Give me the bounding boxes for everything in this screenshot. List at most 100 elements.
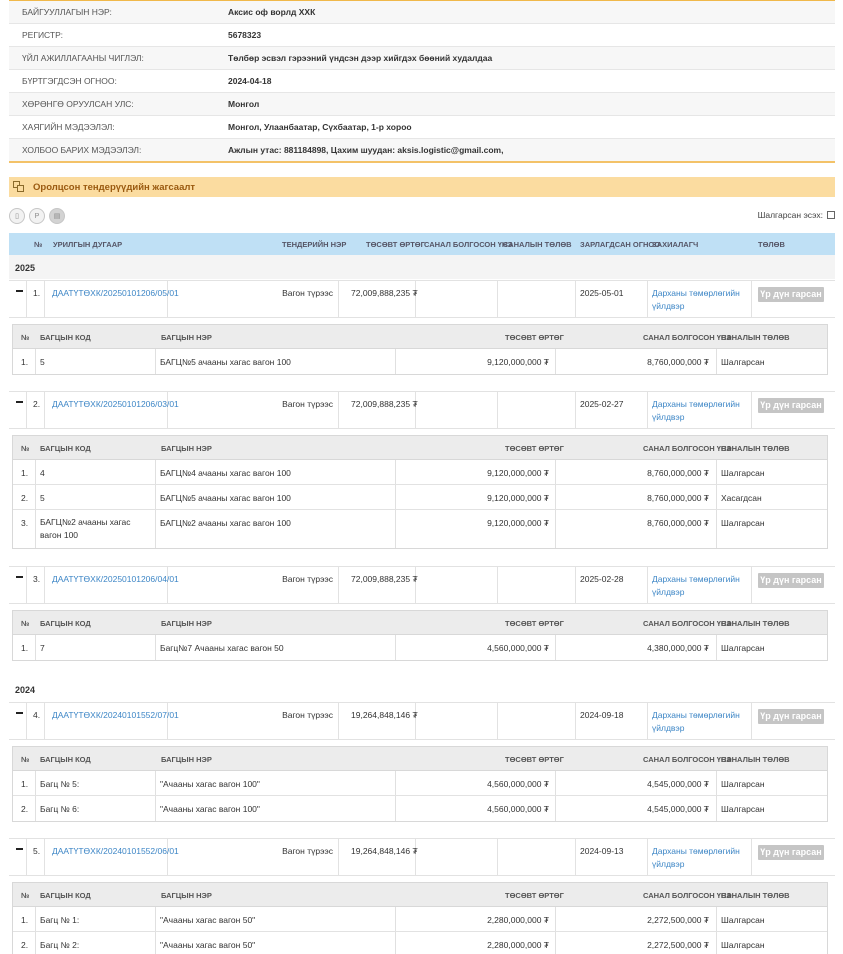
sub-col-offer: САНАЛ БОЛГОСОН ҮНЭ xyxy=(643,333,732,342)
info-key: ХАЯГИЙН МЭДЭЭЛЭЛ: xyxy=(22,122,115,132)
sub-col-offer-status: САНАЛЫН ТӨЛӨВ xyxy=(721,444,790,453)
tender-code-link[interactable]: ДААТҮТӨХК/20240101552/06/01 xyxy=(52,846,179,856)
lot-code: Багц № 2: xyxy=(40,940,80,950)
divider xyxy=(9,161,835,163)
lost-filter: Шалгарсан эсэх: xyxy=(730,210,835,220)
lot-row: 2. 5 БАГЦ№5 ачааны хагас вагон 100 9,120… xyxy=(13,485,827,510)
info-row-registered-date: БҮРТГЭГДСЭН ОГНОО: 2024-04-18 xyxy=(9,70,835,93)
lost-filter-checkbox[interactable] xyxy=(827,211,835,219)
lot-code: Багц № 1: xyxy=(40,915,80,925)
sub-col-no: № xyxy=(21,619,30,628)
lot-num: 2. xyxy=(21,940,29,950)
col-buyer[interactable]: ЗАХИАЛАГЧ xyxy=(652,240,698,249)
info-row-address: ХАЯГИЙН МЭДЭЭЛЭЛ: Монгол, Улаанбаатар, Сү… xyxy=(9,116,835,139)
lot-row: 1. 4 БАГЦ№4 ачааны хагас вагон 100 9,120… xyxy=(13,460,827,485)
tender-num: 5. xyxy=(33,846,41,856)
buyer-link[interactable]: Дарханы төмөрлөгийн үйлдвэр xyxy=(652,398,747,423)
lot-offer: 4,380,000,000 ₮ xyxy=(647,643,709,653)
sub-col-name: БАГЦЫН НЭР xyxy=(161,619,212,628)
tender-row[interactable]: 1. ДААТҮТӨХК/20250101206/05/01 Вагон түр… xyxy=(9,280,835,318)
tender-row[interactable]: 2. ДААТҮТӨХК/20250101206/03/01 Вагон түр… xyxy=(9,391,835,429)
tender-date: 2024-09-18 xyxy=(580,710,624,720)
lot-code: 5 xyxy=(40,357,45,367)
section-title: Оролцсон тендерүүдийн жагсаалт xyxy=(33,181,196,193)
info-value: 2024-04-18 xyxy=(228,76,272,86)
collapse-icon[interactable] xyxy=(16,576,23,578)
col-offer[interactable]: САНАЛ БОЛГОСОН ҮНЭ xyxy=(424,240,513,249)
tender-code-link[interactable]: ДААТҮТӨХК/20250101206/03/01 xyxy=(52,399,179,409)
tender-row[interactable]: 4. ДААТҮТӨХК/20240101552/07/01 Вагон түр… xyxy=(9,702,835,740)
lot-state: Шалгарсан xyxy=(721,518,765,528)
tender-row[interactable]: 3. ДААТҮТӨХК/20250101206/04/01 Вагон түр… xyxy=(9,566,835,604)
print-icon[interactable]: ▤ xyxy=(49,208,65,224)
lot-table: № БАГЦЫН КОД БАГЦЫН НЭР ТӨСӨВТ ӨРТӨГ САН… xyxy=(12,746,828,822)
pdf-icon[interactable]: P xyxy=(29,208,45,224)
collapse-icon[interactable] xyxy=(16,848,23,850)
buyer-link[interactable]: Дарханы төмөрлөгийн үйлдвэр xyxy=(652,709,747,734)
lot-code: 4 xyxy=(40,468,45,478)
lot-state: Шалгарсан xyxy=(721,915,765,925)
sub-col-no: № xyxy=(21,891,30,900)
col-date[interactable]: ЗАРЛАГДСАН ОГНОО xyxy=(580,240,660,249)
info-key: ХӨРӨНГӨ ОРУУЛСАН УЛС: xyxy=(22,99,134,109)
lot-row: 1. 5 БАГЦ№5 ачааны хагас вагон 100 9,120… xyxy=(13,349,827,374)
sub-col-budget: ТӨСӨВТ ӨРТӨГ xyxy=(505,444,564,453)
col-status[interactable]: ТӨЛӨВ xyxy=(758,240,785,249)
lot-num: 1. xyxy=(21,643,29,653)
company-info: БАЙГУУЛЛАГЫН НЭР: Аксис оф ворлд ХХК РЕГИ… xyxy=(9,0,835,162)
lot-name: "Ачааны хагас вагон 50" xyxy=(160,940,256,950)
tender-budget: 19,264,848,146 ₮ xyxy=(351,710,418,720)
lot-offer: 8,760,000,000 ₮ xyxy=(647,357,709,367)
buyer-link[interactable]: Дарханы төмөрлөгийн үйлдвэр xyxy=(652,573,747,598)
tender-num: 1. xyxy=(33,288,41,298)
lot-budget: 2,280,000,000 ₮ xyxy=(487,940,549,950)
info-value: Ажлын утас: 88118489​8, Цахим шуудан: ak… xyxy=(228,145,504,155)
lot-state: Хасагдсан xyxy=(721,493,762,503)
sub-col-name: БАГЦЫН НЭР xyxy=(161,891,212,900)
col-no: № xyxy=(34,240,43,249)
lot-offer: 8,760,000,000 ₮ xyxy=(647,493,709,503)
tender-row[interactable]: 5. ДААТҮТӨХК/20240101552/06/01 Вагон түр… xyxy=(9,838,835,876)
sub-col-no: № xyxy=(21,333,30,342)
info-key: РЕГИСТР: xyxy=(22,30,63,40)
tender-code-link[interactable]: ДААТҮТӨХК/20250101206/04/01 xyxy=(52,574,179,584)
tender-date: 2025-05-01 xyxy=(580,288,624,298)
sub-col-no: № xyxy=(21,755,30,764)
buyer-link[interactable]: Дарханы төмөрлөгийн үйлдвэр xyxy=(652,287,747,312)
lot-num: 2. xyxy=(21,493,29,503)
lot-budget: 9,120,000,000 ₮ xyxy=(487,468,549,478)
tender-name: Вагон түрээс xyxy=(282,574,333,584)
sub-col-offer-status: САНАЛЫН ТӨЛӨВ xyxy=(721,619,790,628)
lot-code: БАГЦ№2 ачааны хагас вагон 100 xyxy=(40,517,131,540)
buyer-link[interactable]: Дарханы төмөрлөгийн үйлдвэр xyxy=(652,845,747,870)
lot-budget: 4,560,000,000 ₮ xyxy=(487,643,549,653)
info-value: Төлбөр эсвэл гэрээний үндсэн дээр хийгдэ… xyxy=(228,53,493,63)
tender-date: 2025-02-27 xyxy=(580,399,624,409)
lot-name: "Ачааны хагас вагон 100" xyxy=(160,779,260,789)
lot-name: БАГЦ№5 ачааны хагас вагон 100 xyxy=(160,357,291,367)
tender-code-link[interactable]: ДААТҮТӨХК/20250101206/05/01 xyxy=(52,288,179,298)
lot-offer: 8,760,000,000 ₮ xyxy=(647,468,709,478)
sub-col-name: БАГЦЫН НЭР xyxy=(161,444,212,453)
lot-code: Багц № 6: xyxy=(40,804,80,814)
tender-num: 3. xyxy=(33,574,41,584)
sub-col-budget: ТӨСӨВТ ӨРТӨГ xyxy=(505,755,564,764)
collapse-icon[interactable] xyxy=(16,401,23,403)
lot-code: Багц № 5: xyxy=(40,779,80,789)
sub-col-code: БАГЦЫН КОД xyxy=(40,755,91,764)
col-code[interactable]: УРИЛГЫН ДУГААР xyxy=(53,240,122,249)
col-offer-status[interactable]: САНАЛЫН ТӨЛӨВ xyxy=(503,240,572,249)
tender-date: 2025-02-28 xyxy=(580,574,624,584)
info-value: Монгол xyxy=(228,99,260,109)
info-value: 5678323 xyxy=(228,30,262,40)
copy-icon[interactable]: ▯ xyxy=(9,208,25,224)
lot-offer: 8,760,000,000 ₮ xyxy=(647,518,709,528)
lot-code: 7 xyxy=(40,643,45,653)
lot-num: 1. xyxy=(21,468,29,478)
collapse-icon[interactable] xyxy=(16,712,23,714)
sub-col-code: БАГЦЫН КОД xyxy=(40,891,91,900)
tender-code-link[interactable]: ДААТҮТӨХК/20240101552/07/01 xyxy=(52,710,179,720)
col-name[interactable]: ТЕНДЕРИЙН НЭР xyxy=(282,240,346,249)
col-budget[interactable]: ТӨСӨВТ ӨРТӨГ xyxy=(366,240,425,249)
collapse-icon[interactable] xyxy=(16,290,23,292)
